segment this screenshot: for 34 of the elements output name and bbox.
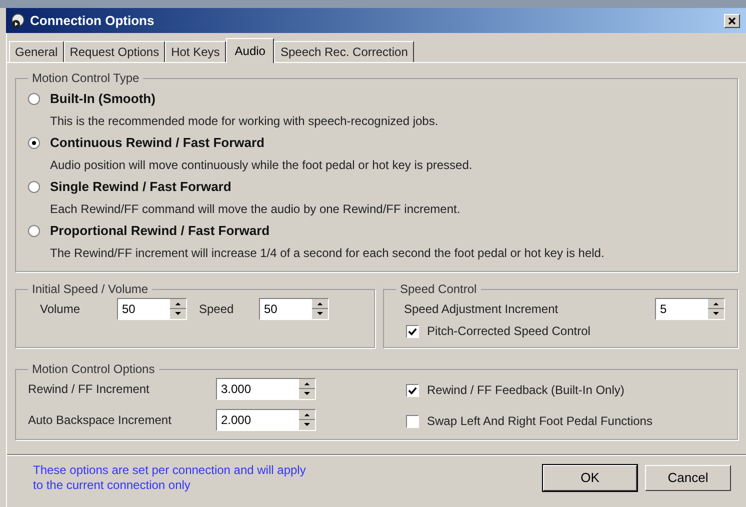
checkbox-label: Rewind / FF Feedback (Built-In Only) xyxy=(427,382,624,399)
spin-field[interactable]: 50 xyxy=(259,298,329,320)
tab[interactable]: General xyxy=(9,41,64,62)
group-title: Motion Control Options xyxy=(31,361,156,378)
spin-field[interactable]: 50 xyxy=(117,298,187,320)
info-note: These options are set per connection and will apply to the current connection only xyxy=(32,463,307,493)
spin-field[interactable]: 3.000 xyxy=(216,378,316,400)
field-label: Auto Backspace Increment xyxy=(28,412,172,429)
option-description: Audio position will move continuously while the foot pedal or hot key is pressed. xyxy=(49,157,474,174)
tab[interactable]: Hot Keys xyxy=(165,41,226,62)
option-label: Single Rewind / Fast Forward xyxy=(50,178,232,196)
option-description: Each Rewind/FF command will move the audio by one Rewind/FF increment. xyxy=(49,201,462,218)
field-label: Speed xyxy=(198,301,235,318)
field-label: Speed Adjustment Increment xyxy=(404,301,558,318)
dialog-button[interactable]: OK xyxy=(543,465,637,491)
option-label: Continuous Rewind / Fast Forward xyxy=(50,134,264,152)
spin-field[interactable]: 2.000 xyxy=(216,409,316,431)
field-label: Rewind / FF Increment xyxy=(28,381,150,398)
option-label: Built-In (Smooth) xyxy=(50,90,156,108)
option-description: The Rewind/FF increment will increase 1/4 of a second for each second the foot pedal or hot key is held. xyxy=(49,245,606,262)
group-title: Initial Speed / Volume xyxy=(31,281,150,298)
checkbox-label: Pitch-Corrected Speed Control xyxy=(427,323,590,340)
field-label: Volume xyxy=(40,301,82,318)
group-title: Motion Control Type xyxy=(31,70,140,87)
spin-field[interactable]: 5 xyxy=(655,298,725,320)
option-description: This is the recommended mode for working with speech-recognized jobs. xyxy=(49,113,440,130)
tab[interactable]: Request Options xyxy=(64,41,166,62)
dialog-button[interactable]: Cancel xyxy=(645,465,731,491)
group-title: Speed Control xyxy=(399,281,478,298)
window-title: Connection Options xyxy=(30,12,156,30)
checkbox-label: Swap Left And Right Foot Pedal Functions xyxy=(427,413,652,430)
tab[interactable]: Audio xyxy=(226,38,274,63)
tab[interactable]: Speech Rec. Correction xyxy=(274,41,414,62)
option-label: Proportional Rewind / Fast Forward xyxy=(50,222,270,240)
